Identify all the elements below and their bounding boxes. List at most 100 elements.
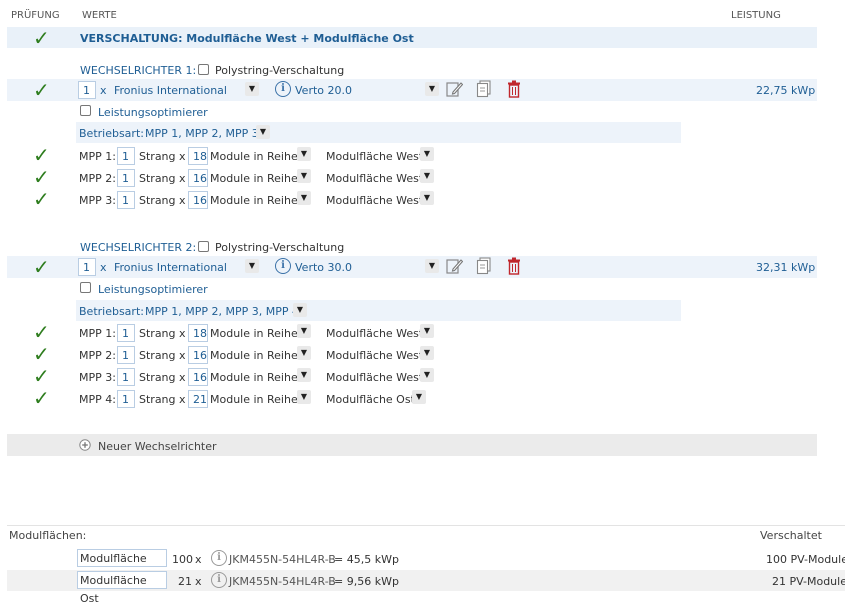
chevron-down-icon[interactable]: ▼ <box>297 169 311 183</box>
chevron-down-icon[interactable]: ▼ <box>297 147 311 161</box>
check-icon: ✓ <box>33 364 50 388</box>
check-icon: ✓ <box>33 143 50 167</box>
chevron-down-icon[interactable]: ▼ <box>412 390 426 404</box>
chevron-down-icon[interactable]: ▼ <box>245 259 259 273</box>
modulflaeche-name-input[interactable]: Modulfläche West <box>77 549 167 583</box>
module-reihe-label: Module in Reihe <box>210 150 298 163</box>
module-reihe-label: Module in Reihe <box>210 349 298 362</box>
inverter-2-betriebsart-select[interactable]: MPP 1, MPP 2, MPP 3, MPP 4 <box>145 305 299 318</box>
modulflaeche-module: JKM455N-54HL4R-B <box>229 553 336 566</box>
delete-icon[interactable] <box>506 80 522 98</box>
mpp-label: MPP 2: <box>79 172 116 185</box>
modulflaeche-verschaltet: 21 PV-Module <box>772 575 845 588</box>
info-icon[interactable]: i <box>211 572 227 588</box>
mpp-flaeche-select[interactable]: Modulfläche West <box>326 194 423 207</box>
mpp-strang-input[interactable]: 1 <box>117 169 135 187</box>
mpp-flaeche-select[interactable]: Modulfläche West <box>326 172 423 185</box>
x-label: x <box>195 553 202 566</box>
inverter-2-model-select[interactable]: Verto 30.0 <box>295 261 352 274</box>
strang-label: Strang x <box>139 327 186 340</box>
inverter-1-polystring-checkbox[interactable] <box>198 64 209 75</box>
mpp-flaeche-select[interactable]: Modulfläche West <box>326 371 423 384</box>
mpp-modules-input[interactable]: 16 <box>188 169 208 187</box>
chevron-down-icon[interactable]: ▼ <box>297 368 311 382</box>
mpp-strang-input[interactable]: 1 <box>117 324 135 342</box>
verschaltet-label: Verschaltet <box>760 529 822 542</box>
chevron-down-icon[interactable]: ▼ <box>420 191 434 205</box>
chevron-down-icon[interactable]: ▼ <box>256 125 270 139</box>
mpp-flaeche-select[interactable]: Modulfläche West <box>326 349 423 362</box>
mpp-flaeche-select[interactable]: Modulfläche West <box>326 327 423 340</box>
mpp-modules-input[interactable]: 16 <box>188 368 208 386</box>
mpp-modules-input[interactable]: 18 <box>188 324 208 342</box>
strang-label: Strang x <box>139 172 186 185</box>
inverter-2-optimizer-checkbox[interactable] <box>80 282 91 293</box>
chevron-down-icon[interactable]: ▼ <box>293 303 307 317</box>
inverter-2-power: 32,31 kWp <box>756 261 816 274</box>
mpp-label: MPP 2: <box>79 349 116 362</box>
mpp-label: MPP 4: <box>79 393 116 406</box>
x-label: x <box>100 84 107 97</box>
delete-icon[interactable] <box>506 257 522 275</box>
module-reihe-label: Module in Reihe <box>210 172 298 185</box>
chevron-down-icon[interactable]: ▼ <box>425 82 439 96</box>
module-reihe-label: Module in Reihe <box>210 393 298 406</box>
betriebsart-label: Betriebsart: <box>79 305 144 318</box>
inverter-1-power: 22,75 kWp <box>756 84 816 97</box>
plus-circle-icon[interactable] <box>79 439 91 451</box>
inverter-1-polystring-label: Polystring-Verschaltung <box>215 64 345 77</box>
chevron-down-icon[interactable]: ▼ <box>297 324 311 338</box>
edit-icon[interactable] <box>445 257 463 275</box>
copy-icon[interactable] <box>476 257 492 275</box>
mpp-modules-input[interactable]: 16 <box>188 191 208 209</box>
modulflaeche-result: = 9,56 kWp <box>334 575 399 588</box>
modulflaeche-verschaltet: 100 PV-Module <box>766 553 845 566</box>
info-icon[interactable]: i <box>211 550 227 566</box>
check-icon: ✓ <box>33 165 50 189</box>
divider <box>7 525 845 526</box>
verschaltung-title: VERSCHALTUNG: Modulfläche West + Modulfl… <box>80 32 414 45</box>
inverter-2-qty-input[interactable]: 1 <box>78 258 96 276</box>
chevron-down-icon[interactable]: ▼ <box>420 324 434 338</box>
header-werte: WERTE <box>82 10 117 21</box>
inverter-1-model-select[interactable]: Verto 20.0 <box>295 84 352 97</box>
mpp-strang-input[interactable]: 1 <box>117 147 135 165</box>
mpp-flaeche-select[interactable]: Modulfläche West <box>326 150 423 163</box>
inverter-2-manufacturer-select[interactable]: Fronius International <box>114 261 227 274</box>
inverter-1-qty-input[interactable]: 1 <box>78 81 96 99</box>
chevron-down-icon[interactable]: ▼ <box>420 368 434 382</box>
modulflaeche-name-input[interactable]: Modulfläche Ost <box>77 571 167 605</box>
inverter-1-betriebsart-select[interactable]: MPP 1, MPP 2, MPP 3 <box>145 127 259 140</box>
mpp-modules-input[interactable]: 16 <box>188 346 208 364</box>
mpp-flaeche-select[interactable]: Modulfläche Ost <box>326 393 415 406</box>
strang-label: Strang x <box>139 194 186 207</box>
check-icon: ✓ <box>33 78 50 102</box>
chevron-down-icon[interactable]: ▼ <box>420 147 434 161</box>
chevron-down-icon[interactable]: ▼ <box>297 390 311 404</box>
info-icon[interactable]: i <box>275 258 291 274</box>
inverter-1-title: WECHSELRICHTER 1: <box>80 64 197 77</box>
inverter-2-polystring-checkbox[interactable] <box>198 241 209 252</box>
strang-label: Strang x <box>139 150 186 163</box>
mpp-modules-input[interactable]: 21 <box>188 390 208 408</box>
mpp-strang-input[interactable]: 1 <box>117 390 135 408</box>
chevron-down-icon[interactable]: ▼ <box>425 259 439 273</box>
chevron-down-icon[interactable]: ▼ <box>420 346 434 360</box>
mpp-strang-input[interactable]: 1 <box>117 191 135 209</box>
info-icon[interactable]: i <box>275 81 291 97</box>
chevron-down-icon[interactable]: ▼ <box>297 191 311 205</box>
chevron-down-icon[interactable]: ▼ <box>420 169 434 183</box>
header-leistung: LEISTUNG <box>731 10 781 21</box>
mpp-modules-input[interactable]: 18 <box>188 147 208 165</box>
inverter-1-manufacturer-select[interactable]: Fronius International <box>114 84 227 97</box>
new-inverter-label: Neuer Wechselrichter <box>98 440 217 453</box>
chevron-down-icon[interactable]: ▼ <box>297 346 311 360</box>
edit-icon[interactable] <box>445 80 463 98</box>
inverter-2-polystring-label: Polystring-Verschaltung <box>215 241 345 254</box>
inverter-1-optimizer-checkbox[interactable] <box>80 105 91 116</box>
strang-label: Strang x <box>139 393 186 406</box>
mpp-strang-input[interactable]: 1 <box>117 346 135 364</box>
chevron-down-icon[interactable]: ▼ <box>245 82 259 96</box>
mpp-strang-input[interactable]: 1 <box>117 368 135 386</box>
copy-icon[interactable] <box>476 80 492 98</box>
